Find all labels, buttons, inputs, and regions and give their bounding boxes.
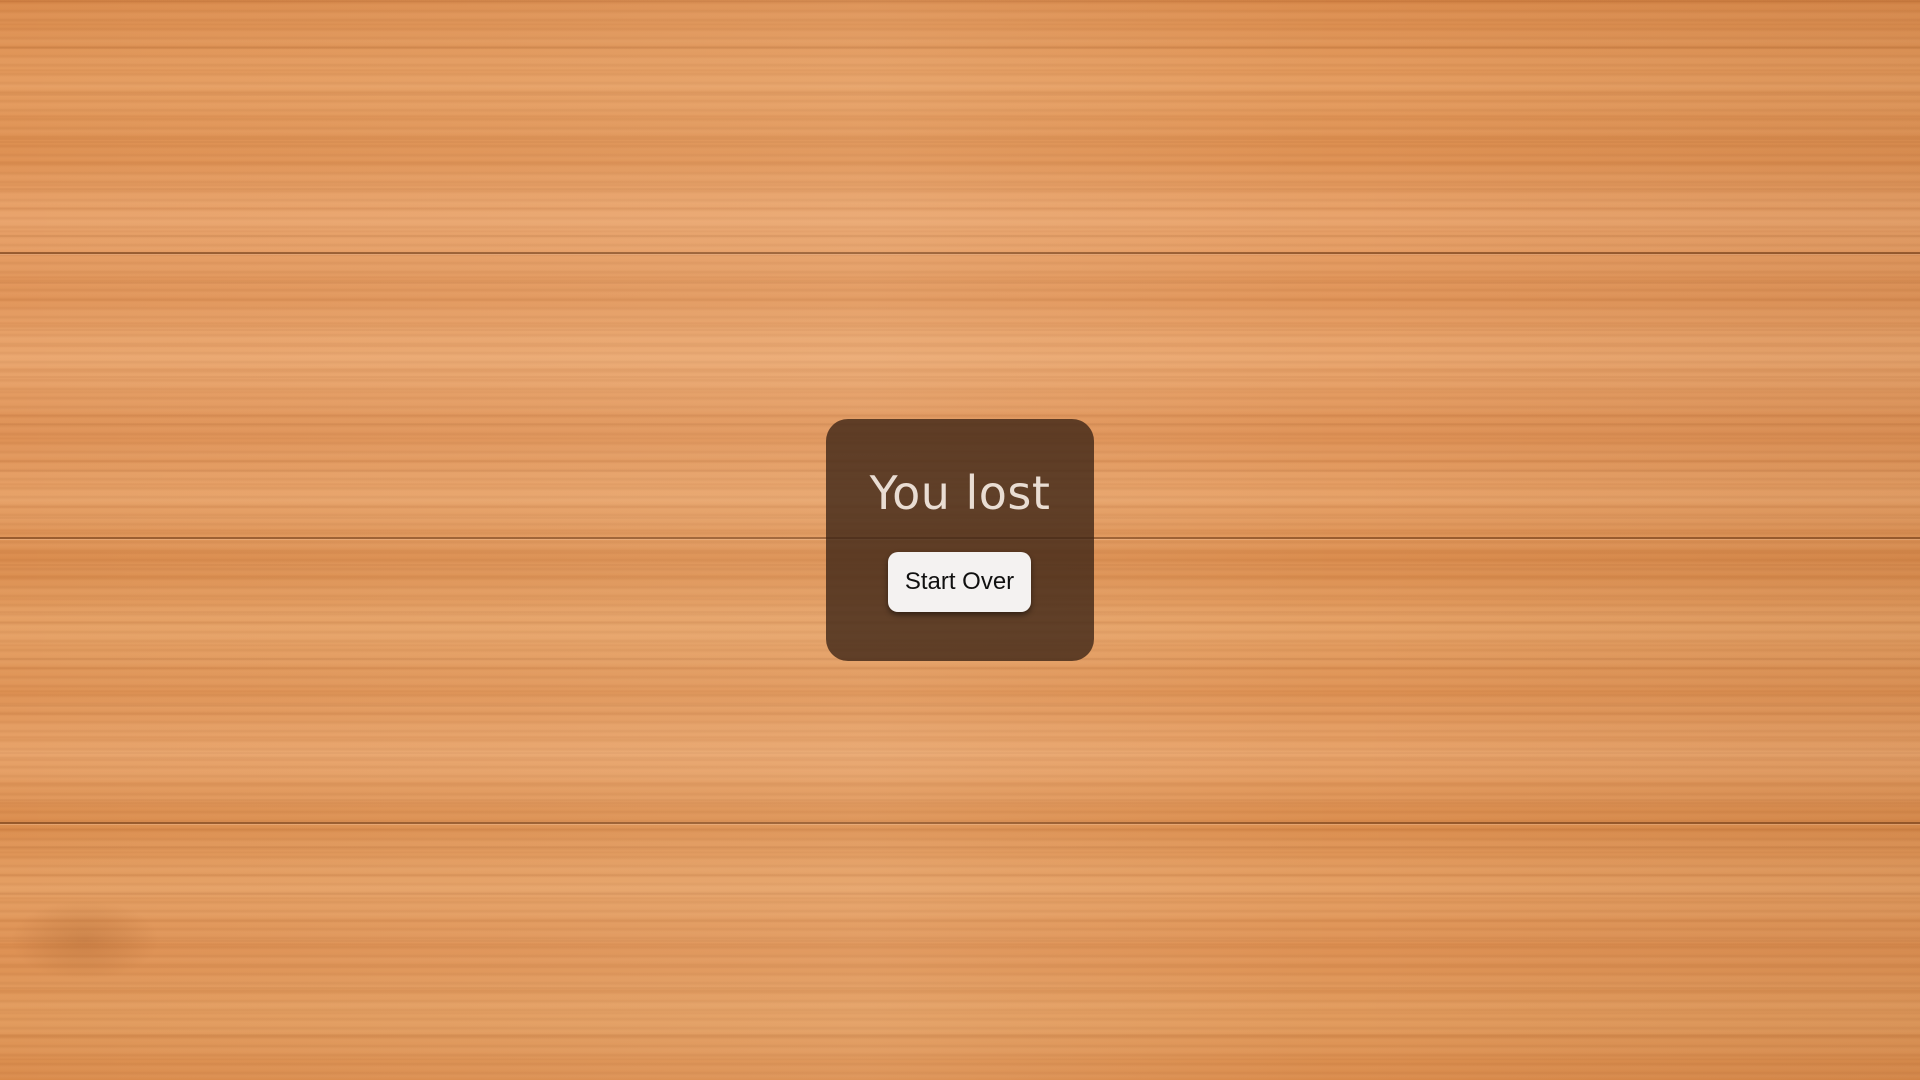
plank-seam <box>0 822 1920 824</box>
start-over-button[interactable]: Start Over <box>888 552 1031 612</box>
wood-knot <box>10 900 160 980</box>
plank-seam <box>0 252 1920 254</box>
game-over-dialog: You lost Start Over <box>826 419 1094 661</box>
game-over-title: You lost <box>869 466 1051 520</box>
